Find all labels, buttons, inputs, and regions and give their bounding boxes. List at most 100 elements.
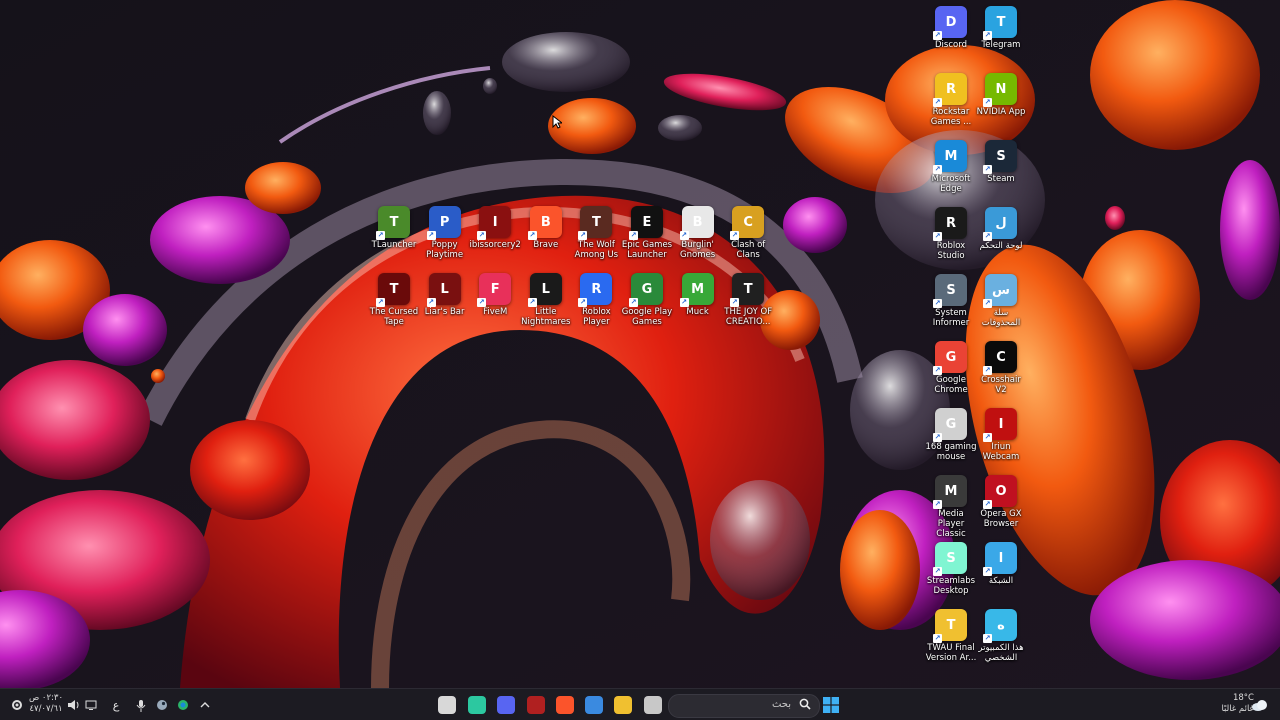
start-button[interactable] — [821, 695, 841, 715]
desktop-shortcut[interactable]: C ↗ Crosshair V2 — [975, 341, 1027, 395]
voicemod-taskbar-icon[interactable] — [527, 696, 545, 714]
desktop-shortcut[interactable]: G ↗ Google Play Games — [621, 273, 673, 327]
desktop-shortcut[interactable]: E ↗ Epic Games Launcher — [621, 206, 673, 260]
desktop-shortcut-label: Roblox Studio — [936, 241, 966, 261]
desktop-shortcut-label: Google Play Games — [621, 307, 673, 327]
desktop-shortcut[interactable]: L ↗ Little Nightmares — [520, 273, 572, 327]
cloud-weather-icon[interactable] — [1250, 695, 1270, 715]
shortcut-arrow-icon: ↗ — [933, 232, 942, 241]
desktop-shortcut[interactable]: M ↗ Media Player Classic — [925, 475, 977, 539]
shortcut-arrow-icon: ↗ — [426, 231, 436, 240]
desktop-shortcut[interactable]: N ↗ NVIDIA App — [975, 73, 1027, 117]
mouse-app-icon[interactable] — [438, 696, 456, 714]
desktop-shortcut[interactable]: S ↗ System Informer — [925, 274, 977, 328]
desktop-shortcut[interactable]: ل ↗ لوحة التحكم — [975, 207, 1027, 251]
desktop-shortcut[interactable]: س ↗ سلة المحذوفات — [975, 274, 1027, 328]
desktop-shortcut-label: Muck — [686, 307, 709, 317]
desktop-shortcut-label: Iriun Webcam — [982, 442, 1020, 462]
shortcut-arrow-icon: ↗ — [933, 31, 942, 40]
desktop-shortcut-label: Rockstar Games ... — [930, 107, 972, 127]
desktop-shortcut-label: Liar's Bar — [424, 307, 465, 317]
desktop-shortcut[interactable]: T ↗ THE JOY OF CREATIO... — [722, 273, 774, 327]
shortcut-arrow-icon: ↗ — [578, 298, 588, 307]
desktop-shortcut[interactable]: R ↗ Roblox Studio — [925, 207, 977, 261]
desktop-shortcut[interactable]: M ↗ Muck — [672, 273, 724, 317]
desktop-shortcut-label: Microsoft Edge — [931, 174, 971, 194]
file-explorer-taskbar-icon[interactable] — [614, 696, 632, 714]
microphone-icon[interactable] — [134, 695, 148, 715]
app-taskbar-icon[interactable] — [644, 696, 662, 714]
shortcut-arrow-icon: ↗ — [679, 298, 689, 307]
mouse-cursor-icon — [552, 115, 562, 129]
desktop-shortcut[interactable]: L ↗ Liar's Bar — [419, 273, 471, 317]
shortcut-arrow-icon: ↗ — [376, 298, 385, 307]
desktop-shortcut-label: NVIDIA App — [976, 107, 1026, 117]
desktop-shortcut[interactable]: T ↗ Telegram — [975, 6, 1027, 50]
shortcut-arrow-icon: ↗ — [933, 500, 942, 509]
settings-tray-icon[interactable] — [10, 695, 24, 715]
store-taskbar-icon[interactable] — [585, 696, 603, 714]
language-indicator[interactable]: ع — [110, 695, 122, 715]
roblox-studio-icon: R ↗ — [933, 207, 967, 241]
desktop-shortcut[interactable]: D ↗ Discord — [925, 6, 977, 50]
streamlabs-icon: S ↗ — [933, 542, 967, 576]
desktop-shortcut[interactable]: I ↗ ibissorcery2 — [469, 206, 521, 250]
desktop-shortcut[interactable]: F ↗ FiveM — [469, 273, 521, 317]
desktop-shortcut[interactable]: ا ↗ الشبكة — [975, 542, 1027, 586]
desktop-shortcut[interactable]: T ↗ The Wolf Among Us — [570, 206, 622, 260]
desktop-shortcut-label: لوحة التحكم — [979, 241, 1023, 251]
desktop-shortcut-label: Burglin' Gnomes — [680, 240, 716, 260]
taskbar-clock[interactable]: ٠٢:٣٠ ص ٤٧/٠٧/٦١ — [26, 693, 66, 715]
desktop-shortcut[interactable]: G ↗ Google Chrome — [925, 341, 977, 395]
network-icon: ا ↗ — [983, 542, 1017, 576]
desktop-shortcut-label: Clash of Clans — [731, 240, 766, 260]
brave-icon: B ↗ — [527, 206, 562, 240]
desktop-shortcut-label: TWAU Final Version Ar... — [925, 643, 977, 663]
taskbar-search-box[interactable]: بحث — [668, 694, 820, 718]
desktop-shortcut-label: Little Nightmares — [521, 307, 571, 327]
desktop-shortcut[interactable]: G ↗ 168 gaming mouse — [925, 408, 977, 462]
desktop-shortcut[interactable]: T ↗ TWAU Final Version Ar... — [925, 609, 977, 663]
shortcut-arrow-icon: ↗ — [578, 231, 588, 240]
desktop-shortcut-label: Opera GX Browser — [980, 509, 1022, 529]
desktop-shortcut[interactable]: S ↗ Streamlabs Desktop — [925, 542, 977, 596]
google-play-games-icon: G ↗ — [629, 273, 663, 307]
desktop-shortcut[interactable]: ه ↗ هذا الكمبيوتر الشخصي — [975, 609, 1027, 663]
desktop-shortcut[interactable]: S ↗ Steam — [975, 140, 1027, 184]
shortcut-arrow-icon: ↗ — [983, 634, 992, 643]
iriun-webcam-icon: I ↗ — [983, 408, 1017, 442]
roblox-player-icon: R ↗ — [578, 273, 613, 307]
opera-gx-icon: O ↗ — [983, 475, 1017, 509]
clock-time: ٠٢:٣٠ ص — [28, 693, 64, 703]
desktop-shortcut[interactable]: P ↗ Poppy Playtime — [419, 206, 471, 260]
desktop-shortcut[interactable]: B ↗ Burglin' Gnomes — [672, 206, 724, 260]
streamlabs-taskbar-icon[interactable] — [468, 696, 486, 714]
desktop-shortcut[interactable]: B ↗ Brave — [520, 206, 572, 250]
shortcut-arrow-icon: ↗ — [477, 231, 487, 240]
cursed-tape-icon: T ↗ — [376, 273, 410, 307]
chrome-icon: G ↗ — [933, 341, 967, 375]
desktop-shortcut[interactable]: O ↗ Opera GX Browser — [975, 475, 1027, 529]
desktop-shortcut[interactable]: T ↗ The Cursed Tape — [368, 273, 420, 327]
desktop-shortcut[interactable]: T ↗ TLauncher — [368, 206, 420, 250]
little-nightmares-icon: L ↗ — [527, 273, 562, 307]
steam-tray-icon[interactable] — [155, 695, 169, 715]
volume-icon[interactable] — [66, 695, 82, 715]
desktop-shortcut[interactable]: M ↗ Microsoft Edge — [925, 140, 977, 194]
desktop-shortcut[interactable]: I ↗ Iriun Webcam — [975, 408, 1027, 462]
desktop-shortcut[interactable]: R ↗ Roblox Player — [570, 273, 622, 327]
desktop-shortcut[interactable]: C ↗ Clash of Clans — [722, 206, 774, 260]
discord-taskbar-icon[interactable] — [497, 696, 515, 714]
desktop-shortcut-label: ibissorcery2 — [469, 240, 521, 250]
desktop-shortcut-label: THE JOY OF CREATIO... — [724, 307, 773, 327]
crosshair-icon: C ↗ — [983, 341, 1017, 375]
network-tray-icon[interactable] — [84, 695, 98, 715]
show-hidden-icons-chevron-icon[interactable] — [198, 695, 212, 715]
desktop-shortcut-label: Poppy Playtime — [426, 240, 464, 260]
desktop-shortcut[interactable]: R ↗ Rockstar Games ... — [925, 73, 977, 127]
edge-tray-icon[interactable] — [176, 695, 190, 715]
shortcut-arrow-icon: ↗ — [983, 567, 992, 576]
weather-widget[interactable]: 18°C غائم غالبًا — [1214, 693, 1254, 715]
brave-taskbar-icon[interactable] — [556, 696, 574, 714]
weather-description: غائم غالبًا — [1221, 704, 1254, 714]
